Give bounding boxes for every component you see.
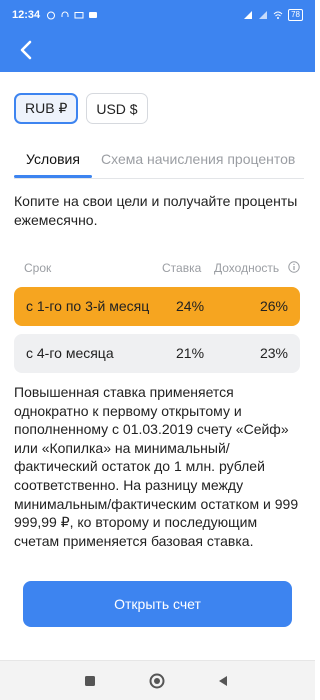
home-button[interactable] <box>147 671 167 691</box>
currency-selector: RUB ₽ USD $ <box>14 93 148 124</box>
square-icon <box>85 676 95 686</box>
triangle-left-icon <box>219 676 227 686</box>
header-yield: Доходность <box>214 261 280 275</box>
back-button[interactable] <box>12 36 40 64</box>
message-icon <box>89 12 98 18</box>
recents-button[interactable] <box>80 671 100 691</box>
row-yield: 23% <box>259 345 288 361</box>
app-bar <box>0 30 315 72</box>
signal-icon-2 <box>259 11 268 19</box>
status-bar: 12:34 78 <box>0 0 315 30</box>
row-term: с 1-го по 3-й месяц <box>26 298 150 314</box>
wifi-icon <box>273 11 283 19</box>
open-account-button[interactable]: Открыть счет <box>23 581 292 627</box>
alarm-icon <box>47 11 56 20</box>
tab-interest-scheme[interactable]: Схема начисления процентов <box>101 151 295 167</box>
row-term: с 4-го месяца <box>26 345 114 361</box>
system-back-button[interactable] <box>213 671 233 691</box>
battery-icon: 78 <box>288 9 303 21</box>
conditions-note: Повышенная ставка применяется однократно… <box>14 384 299 549</box>
currency-usd-chip[interactable]: USD $ <box>86 93 148 124</box>
header-rate: Ставка <box>162 261 202 275</box>
row-rate: 21% <box>176 345 205 361</box>
info-icon[interactable] <box>288 261 300 273</box>
status-system-icons: 78 <box>243 9 303 21</box>
description-text: Копите на свои цели и получайте проценты… <box>14 193 298 228</box>
tabs: Условия Схема начисления процентов <box>14 148 304 178</box>
circle-icon <box>149 673 165 689</box>
headphones-icon <box>61 11 69 17</box>
rate-row-highlighted: с 1-го по 3-й месяц 24% 26% <box>14 287 300 326</box>
status-notification-icons <box>46 10 98 20</box>
row-yield: 26% <box>259 298 288 314</box>
header-term: Срок <box>24 261 52 275</box>
rates-table-header: Срок Ставка Доходность <box>14 259 300 277</box>
tabs-divider <box>14 178 304 179</box>
tab-conditions[interactable]: Условия <box>26 151 80 167</box>
rate-row: с 4-го месяца 21% 23% <box>14 334 300 373</box>
row-rate: 24% <box>176 298 205 314</box>
mail-icon <box>74 12 84 19</box>
chevron-left-icon <box>20 40 32 60</box>
currency-rub-chip[interactable]: RUB ₽ <box>14 93 79 124</box>
signal-icon <box>244 11 253 19</box>
status-time: 12:34 <box>12 9 41 21</box>
system-nav-bar <box>0 660 315 700</box>
